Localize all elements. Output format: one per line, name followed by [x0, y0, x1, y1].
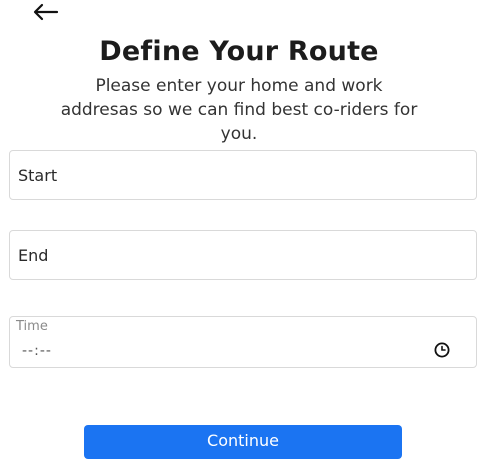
- start-field[interactable]: Start: [9, 150, 477, 200]
- arrow-left-icon: [33, 3, 59, 21]
- page-title: Define Your Route: [99, 36, 379, 67]
- time-value: --:--: [22, 343, 52, 359]
- time-field[interactable]: Time --:--: [9, 316, 477, 368]
- end-field[interactable]: End: [9, 230, 477, 280]
- back-button[interactable]: [30, 0, 60, 24]
- time-label: Time: [16, 319, 48, 334]
- page-subtitle: Please enter your home and work addresas…: [60, 76, 418, 144]
- continue-label: Continue: [207, 430, 279, 450]
- continue-button[interactable]: Continue: [84, 425, 402, 459]
- start-placeholder: Start: [18, 166, 58, 185]
- clock-icon[interactable]: [434, 342, 450, 358]
- end-placeholder: End: [18, 246, 49, 265]
